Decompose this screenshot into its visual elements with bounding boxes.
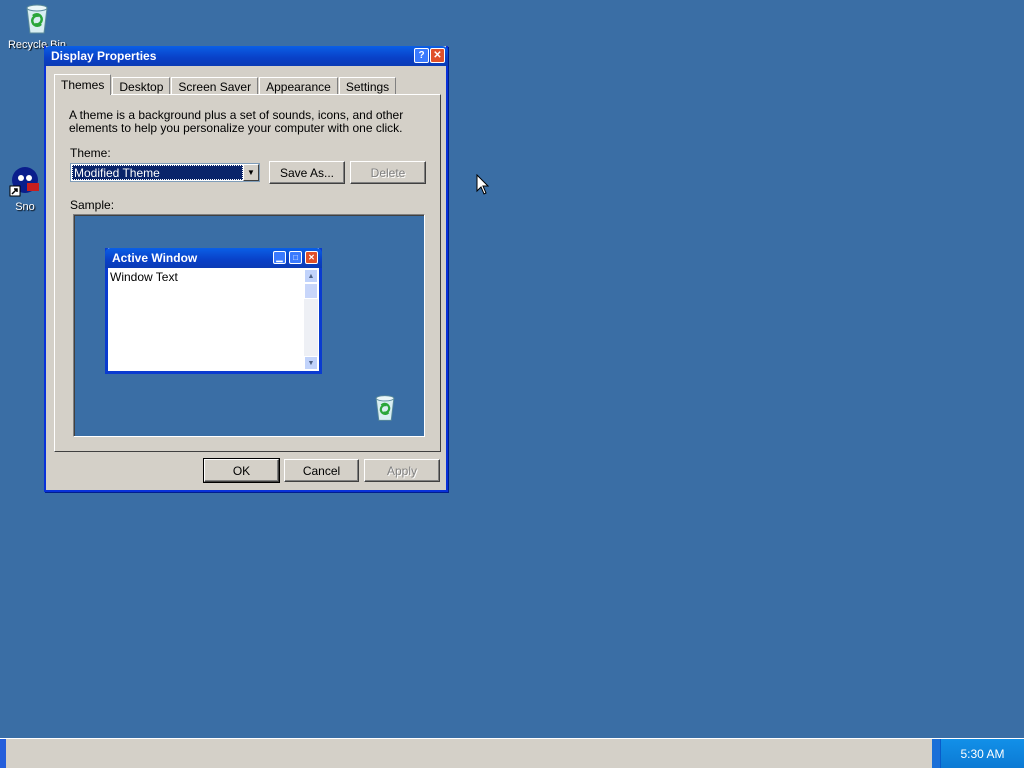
tab-strip: Themes Desktop Screen Saver Appearance S… [54,73,397,95]
dialog-titlebar[interactable]: Display Properties ? ✕ [44,46,448,66]
help-button[interactable]: ? [414,48,429,63]
maximize-icon: □ [289,251,302,264]
sample-window-titlebar: Active Window ▁ □ ✕ [105,248,322,268]
theme-description: A theme is a background plus a set of so… [69,108,404,135]
desktop-icon-label: Sno [15,201,35,213]
minimize-icon: ▁ [273,251,286,264]
tab-appearance[interactable]: Appearance [259,77,338,95]
sample-window-title: Active Window [112,251,198,265]
theme-sample-preview: Active Window ▁ □ ✕ Window Text ▲ ▼ [73,214,425,437]
theme-select[interactable]: Modified Theme ▼ [70,163,260,182]
ok-button[interactable]: OK [203,458,280,483]
sample-scrollbar: ▲ ▼ [304,269,318,370]
theme-label: Theme: [70,146,111,160]
recycle-bin-icon [375,395,395,421]
taskbar-start-edge[interactable] [0,739,6,768]
app-shortcut-icon [9,167,39,197]
help-icon: ? [418,50,425,61]
sample-label: Sample: [70,198,115,212]
scroll-up-icon: ▲ [304,269,318,283]
close-button[interactable]: ✕ [430,48,445,63]
themes-tab-panel: A theme is a background plus a set of so… [54,94,441,452]
display-properties-dialog: Display Properties ? ✕ Themes Desktop Sc… [44,46,448,492]
mouse-cursor-icon [476,174,490,195]
scroll-down-icon: ▼ [304,356,318,370]
desktop-icon-shortcut[interactable]: Sno [0,164,50,213]
save-as-button[interactable]: Save As... [269,161,345,184]
tab-screen-saver[interactable]: Screen Saver [171,77,259,95]
tray-edge [932,739,940,768]
delete-button[interactable]: Delete [350,161,426,184]
dialog-title: Display Properties [51,49,157,63]
recycle-bin-icon [26,4,48,34]
desktop-icon-recycle-bin[interactable]: Recycle Bin [2,2,72,51]
cancel-button[interactable]: Cancel [284,459,359,482]
sample-active-window: Active Window ▁ □ ✕ Window Text ▲ ▼ [105,248,322,374]
apply-button[interactable]: Apply [364,459,440,482]
tab-themes[interactable]: Themes [54,74,112,95]
taskbar: 5:30 AM [0,738,1024,768]
close-icon: ✕ [305,251,318,264]
tab-settings[interactable]: Settings [338,77,397,95]
sample-window-text: Window Text [110,270,178,284]
close-icon: ✕ [433,50,442,61]
clock[interactable]: 5:30 AM [960,747,1004,761]
scroll-thumb [304,283,318,299]
tab-desktop[interactable]: Desktop [112,77,171,95]
theme-select-value: Modified Theme [72,165,243,180]
chevron-down-icon[interactable]: ▼ [243,164,259,181]
system-tray: 5:30 AM [940,739,1024,768]
